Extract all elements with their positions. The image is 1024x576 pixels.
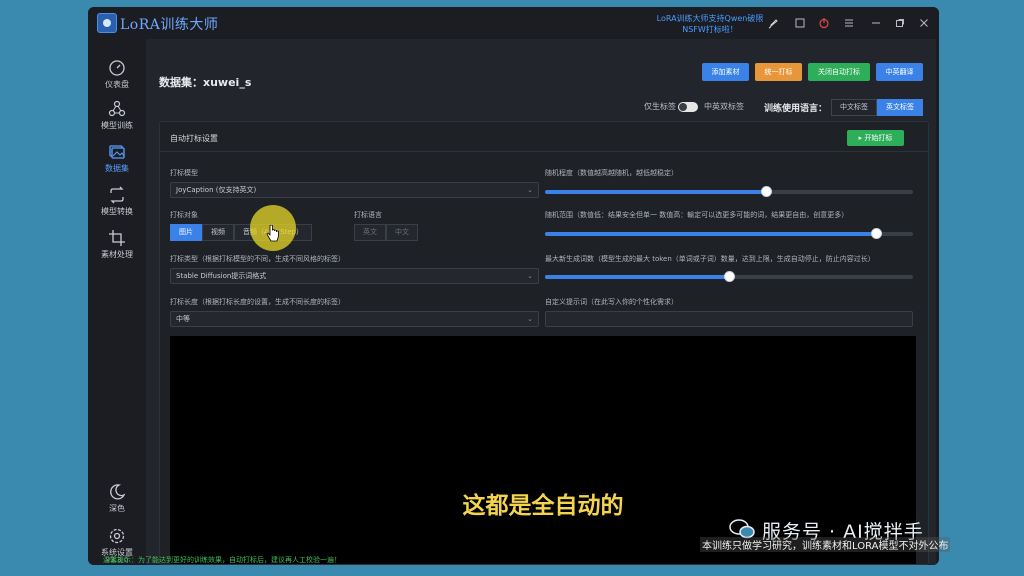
tag-length-select[interactable]: 中等 ⌄	[170, 311, 539, 327]
gear-icon	[109, 528, 125, 544]
update-notice[interactable]: LoRA训练大师支持Qwen破限 NSFW打标啦！	[648, 13, 772, 35]
slider-fill	[545, 275, 729, 279]
watermark-disclaimer: 本训练只做学习研究，训练素材和LORA模型不对外公布	[700, 537, 951, 552]
sidebar-item-dashboard[interactable]: 仪表盘	[88, 59, 146, 90]
power-icon[interactable]	[818, 17, 830, 29]
tag-lang-label: 打标语言	[354, 211, 382, 219]
video-subtitle: 这都是全自动的	[462, 493, 624, 519]
panel-header: 自动打标设置 ▸ 开始打标	[160, 122, 928, 152]
slider-handle[interactable]	[760, 186, 772, 197]
random-range-slider[interactable]	[545, 228, 913, 239]
tag-target-label: 打标对象	[170, 211, 198, 219]
chevron-down-icon: ⌄	[527, 315, 533, 323]
hand-cursor-icon	[266, 225, 279, 242]
tag-type-value: Stable Diffusion提示词格式	[176, 272, 267, 280]
sidebar-item-model-training[interactable]: 模型训练	[88, 100, 146, 131]
randomness-label: 随机程度（数值越高越随机，越低越稳定）	[545, 169, 678, 177]
custom-prompt-label: 自定义提示词（在此写入你的个性化需求）	[545, 298, 678, 306]
tag-length-label: 打标长度（根据打标长度的设置，生成不同长度的标签）	[170, 298, 345, 306]
speedometer-icon	[109, 60, 125, 76]
sidebar-item-settings[interactable]: 系统设置	[88, 527, 146, 558]
crop-icon	[109, 230, 125, 246]
sidebar-item-label: 仪表盘	[105, 80, 129, 89]
sidebar-item-model-convert[interactable]: 模型转换	[88, 186, 146, 217]
tag-model-label: 打标模型	[170, 169, 198, 177]
target-image[interactable]: 图片	[170, 224, 202, 241]
tip-text: 温馨提示：为了能达到更好的训练效果，自动打标后，建议再人工校验一遍！	[103, 556, 341, 564]
slider-fill	[545, 232, 877, 236]
unified-tag-button[interactable]: 统一打标	[755, 63, 802, 81]
sidebar: 仪表盘 模型训练 数据集 模型转换 素材处理 深色 系统设置 V3.3.0	[88, 39, 146, 565]
translate-button[interactable]: 中英翻译	[876, 63, 923, 81]
app-title: LoRA训练大师	[120, 17, 219, 33]
sidebar-item-label: 素材处理	[101, 250, 133, 259]
close-icon[interactable]	[918, 17, 930, 29]
close-auto-tag-button[interactable]: 关闭自动打标	[808, 63, 870, 81]
randomness-slider[interactable]	[545, 186, 913, 197]
notice-line-1: LoRA训练大师支持Qwen破限	[656, 14, 764, 23]
slider-fill	[545, 190, 766, 194]
page-title: 数据集：xuwei_s	[159, 76, 252, 89]
theme-label: 深色	[109, 504, 125, 513]
menu-icon[interactable]	[843, 17, 855, 29]
sidebar-item-label: 数据集	[105, 164, 129, 173]
sidebar-item-label: 模型训练	[101, 121, 133, 130]
tag-model-value: JoyCaption (仅支持英文)	[176, 186, 257, 194]
tag-type-select[interactable]: Stable Diffusion提示词格式 ⌄	[170, 268, 539, 284]
pin-icon[interactable]	[794, 17, 806, 29]
notice-line-2: NSFW打标啦！	[682, 25, 738, 34]
moon-icon	[110, 484, 126, 500]
images-icon	[109, 145, 125, 159]
target-video[interactable]: 视频	[202, 224, 234, 241]
lang-option-chinese[interactable]: 中文标签	[831, 99, 877, 116]
training-language-label: 训练使用语言：	[764, 104, 828, 114]
minimize-icon[interactable]	[870, 17, 882, 29]
restore-icon[interactable]	[894, 17, 906, 29]
random-range-label: 随机范围（数值低：结果安全但单一 数值高：輸定可以选更多可能的词，结果更自由，创…	[545, 211, 849, 219]
main-content: 数据集：xuwei_s 添加素材 统一打标 关闭自动打标 中英翻译 仅生标签 中…	[146, 39, 936, 565]
tag-model-select[interactable]: JoyCaption (仅支持英文) ⌄	[170, 182, 539, 198]
chevron-down-icon: ⌄	[527, 272, 533, 280]
tag-lang-chinese[interactable]: 中文	[386, 224, 418, 241]
brush-icon[interactable]	[768, 17, 780, 29]
max-tokens-label: 最大新生成词数（模型生成的最大 token（单词或子词）数量，达到上限，生成自动…	[545, 255, 875, 263]
sidebar-item-material[interactable]: 素材处理	[88, 229, 146, 260]
panel-title: 自动打标设置	[170, 134, 218, 143]
tag-length-value: 中等	[176, 315, 190, 323]
sidebar-item-dataset[interactable]: 数据集	[88, 143, 146, 174]
auto-tag-panel: 自动打标设置 ▸ 开始打标 打标模型 JoyCaption (仅支持英文) ⌄ …	[159, 121, 929, 565]
tag-type-label: 打标类型（根据打标模型的不同，生成不同风格的标签）	[170, 255, 345, 263]
slider-handle[interactable]	[724, 271, 735, 282]
convert-icon	[110, 186, 124, 204]
start-tagging-button[interactable]: ▸ 开始打标	[847, 130, 904, 146]
nodes-icon	[108, 100, 126, 117]
tag-lang-english[interactable]: 英文	[354, 224, 386, 241]
toggle-right-label: 中英双标签	[704, 102, 744, 111]
sidebar-item-label: 模型转换	[101, 207, 133, 216]
lang-option-english[interactable]: 英文标签	[877, 99, 923, 116]
toggle-left-label: 仅生标签	[644, 102, 676, 111]
max-tokens-slider[interactable]	[545, 271, 913, 282]
add-material-button[interactable]: 添加素材	[702, 63, 749, 81]
slider-handle[interactable]	[871, 228, 883, 239]
custom-prompt-input[interactable]	[545, 311, 913, 327]
bilingual-tag-toggle[interactable]	[678, 102, 698, 112]
app-logo-icon	[97, 13, 117, 33]
app-window: LoRA训练大师 LoRA训练大师支持Qwen破限 NSFW打标啦！ 仪表盘 模…	[88, 7, 939, 565]
theme-toggle[interactable]: 深色	[88, 483, 146, 514]
chevron-down-icon: ⌄	[527, 186, 533, 194]
title-bar: LoRA训练大师 LoRA训练大师支持Qwen破限 NSFW打标啦！	[88, 7, 939, 39]
